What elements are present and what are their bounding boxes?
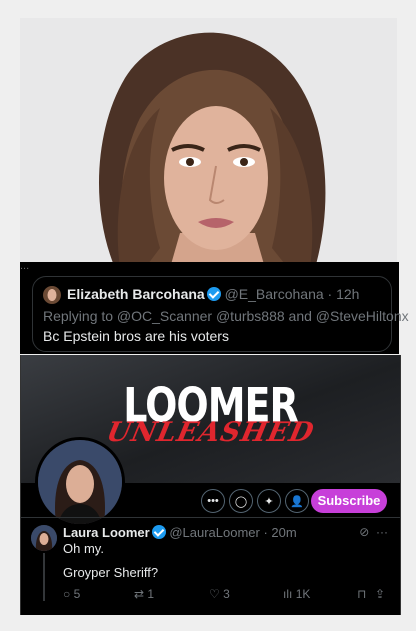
- verified-badge-icon: [151, 525, 166, 539]
- divider: [21, 517, 400, 518]
- reply-count: 5: [73, 587, 81, 601]
- like-action[interactable]: ♡ 3: [209, 587, 230, 601]
- views-action[interactable]: ılı 1K: [283, 587, 310, 601]
- profile-photo: [20, 18, 397, 268]
- sparkle-icon: ✦: [264, 495, 274, 508]
- like-count: 3: [223, 587, 230, 601]
- view-count: 1K: [295, 587, 311, 601]
- profile-panel: LOOMER UNLEASHED ••• ◯ ✦ 👤 Subscribe Lau…: [20, 355, 401, 615]
- share-button[interactable]: ⇪: [375, 587, 385, 601]
- bookmark-button[interactable]: ⊓: [357, 587, 366, 601]
- quoted-tweet-card[interactable]: Elizabeth Barcohana @E_Barcohana · 12h R…: [32, 276, 409, 352]
- repost-count: 1: [147, 587, 155, 601]
- message-icon: ◯: [234, 495, 248, 508]
- profile-avatar[interactable]: [35, 437, 125, 527]
- tweet-author-avatar[interactable]: [31, 525, 57, 551]
- quoted-tweet-time[interactable]: 12h: [336, 286, 359, 302]
- more-icon: •••: [207, 495, 219, 507]
- thread-line: [43, 553, 45, 601]
- subscribe-button[interactable]: Subscribe: [311, 489, 387, 513]
- tweet-author-name[interactable]: Laura Loomer: [63, 525, 150, 540]
- views-icon: ılı: [283, 587, 293, 601]
- tweet-text-line2: Groyper Sheriff?: [63, 565, 159, 580]
- quoted-author-handle[interactable]: @E_Barcohana: [225, 286, 324, 302]
- more-icon[interactable]: ···: [376, 525, 388, 539]
- repost-action[interactable]: ⇄ 1: [134, 587, 154, 601]
- grok-button[interactable]: ✦: [257, 489, 281, 513]
- message-button[interactable]: ◯: [229, 489, 253, 513]
- tweet-author-handle[interactable]: @LauraLoomer: [169, 525, 260, 540]
- truncated-text: ...: [20, 262, 30, 270]
- tweet-text-line1: Oh my.: [63, 541, 104, 556]
- verified-badge-icon: [206, 287, 221, 301]
- repost-icon: ⇄: [134, 587, 145, 601]
- bookmark-icon: ⊓: [357, 587, 367, 601]
- tweet-top-icons: ⊘ ···: [359, 525, 388, 539]
- more-options-button[interactable]: •••: [201, 489, 225, 513]
- reply-action[interactable]: ○ 5: [63, 587, 80, 601]
- quoted-author-name[interactable]: Elizabeth Barcohana: [67, 286, 205, 302]
- share-icon: ⇪: [375, 587, 386, 601]
- quoted-author-avatar[interactable]: [43, 286, 61, 304]
- follow-button[interactable]: 👤: [285, 489, 309, 513]
- reply-icon: ○: [63, 587, 71, 601]
- add-user-icon: 👤: [290, 495, 304, 508]
- grok-icon[interactable]: ⊘: [359, 525, 369, 539]
- quoted-tweet-panel: ... Elizabeth Barcohana @E_Barcohana · 1…: [20, 262, 409, 354]
- heart-icon: ♡: [209, 587, 220, 601]
- quoted-author-line[interactable]: Elizabeth Barcohana @E_Barcohana · 12h: [67, 286, 359, 302]
- replying-to-line: Replying to @OC_Scanner @turbs888 and @S…: [43, 308, 409, 324]
- tweet-header[interactable]: Laura Loomer @LauraLoomer · 20m: [63, 525, 297, 540]
- quoted-tweet-text: Bc Epstein bros are his voters: [43, 328, 229, 344]
- tweet-time[interactable]: 20m: [271, 525, 296, 540]
